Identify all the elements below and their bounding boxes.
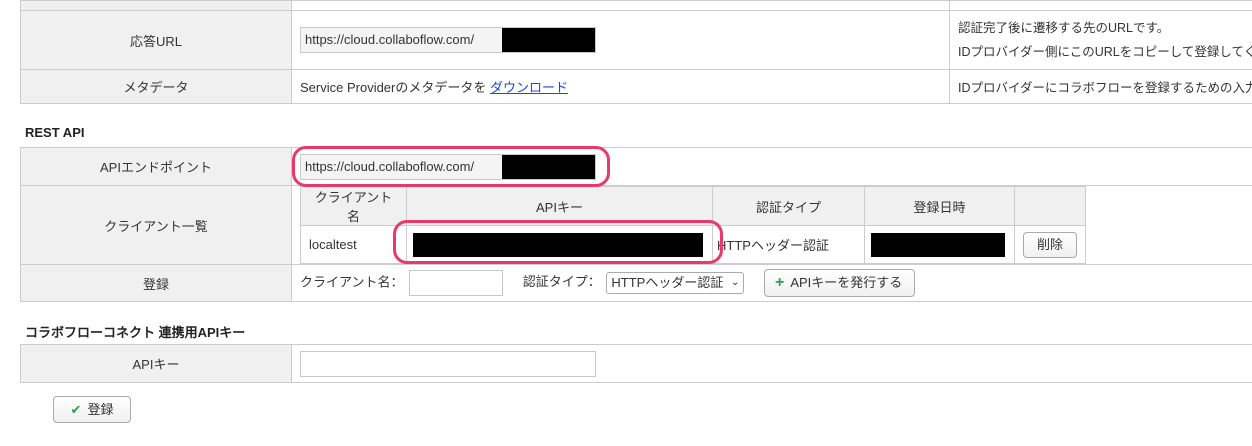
endpoint-highlight: [292, 146, 610, 187]
prev-row-desc: [949, 0, 1252, 11]
issue-api-key-button[interactable]: + APIキーを発行する: [764, 269, 916, 297]
api-endpoint-label: APIエンドポイント: [20, 147, 292, 186]
auth-type-cell: HTTPヘッダー認証: [712, 225, 865, 264]
register-cell: クライアント名： 認証タイプ： HTTPヘッダー認証 ⌄ + APIキーを発行する: [291, 264, 1252, 302]
register-label: 登録: [20, 264, 292, 302]
response-url-description: 認証完了後に遷移する先のURLです。 IDプロバイダー側にこのURLをコピーして…: [949, 10, 1252, 70]
auth-type-select-value: HTTPヘッダー認証: [611, 275, 724, 290]
metadata-label: メタデータ: [20, 69, 292, 104]
client-list-label: クライアント一覧: [20, 185, 292, 265]
prev-row-label: [20, 0, 292, 11]
registered-at-cell: [864, 225, 1015, 264]
connect-api-key-cell: [291, 344, 1252, 383]
delete-button[interactable]: 削除: [1023, 231, 1077, 258]
plus-icon: +: [775, 274, 785, 291]
response-url-text: https://cloud.collaboflow.com/: [305, 32, 475, 47]
column-header-actions: [1014, 186, 1086, 226]
redacted-block: [502, 28, 595, 52]
metadata-text: Service Providerのメタデータを: [300, 80, 487, 95]
connect-api-key-input[interactable]: [300, 350, 596, 377]
connect-table: APIキー: [20, 344, 1252, 383]
metadata-download-link[interactable]: ダウンロード: [490, 80, 568, 95]
client-name-label: クライアント名：: [300, 274, 404, 290]
redacted-block: [871, 232, 1005, 257]
response-url-desc-line2: IDプロバイダー側にこのURLをコピーして登録してください。: [958, 45, 1252, 59]
rest-api-section-title: REST API: [25, 125, 85, 140]
prev-row-value: [291, 0, 950, 11]
client-name-cell: localtest: [300, 225, 407, 264]
response-url-label: 応答URL: [20, 10, 292, 70]
actions-cell: 削除: [1014, 225, 1086, 264]
connect-api-key-label: APIキー: [20, 344, 292, 383]
column-header-auth-type: 認証タイプ: [712, 186, 865, 226]
auth-type-label: 認証タイプ：: [522, 274, 601, 290]
column-header-client-name: クライアント名: [300, 186, 407, 226]
client-name-input[interactable]: [409, 270, 504, 296]
check-icon: ✔: [70, 402, 82, 417]
chevron-down-icon: ⌄: [730, 277, 740, 288]
metadata-description: IDプロバイダーにコラボフローを登録するための入力値: [949, 69, 1252, 104]
register-button[interactable]: ✔ 登録: [53, 396, 131, 423]
api-key-highlight: [393, 220, 723, 264]
metadata-cell: Service Providerのメタデータを ダウンロード: [291, 69, 950, 104]
response-url-desc-line1: 認証完了後に遷移する先のURLです。: [958, 21, 1170, 35]
saml-settings-table: 応答URL https://cloud.collaboflow.com/ 認証完…: [20, 0, 1252, 104]
auth-type-select[interactable]: HTTPヘッダー認証 ⌄: [606, 272, 745, 294]
column-header-registered-at: 登録日時: [864, 186, 1015, 226]
issue-api-key-label: APIキーを発行する: [790, 275, 903, 290]
response-url-field[interactable]: https://cloud.collaboflow.com/: [300, 27, 596, 53]
connect-section-title: コラボフローコネクト 連携用APIキー: [25, 325, 246, 340]
register-button-label: 登録: [87, 402, 114, 417]
response-url-cell: https://cloud.collaboflow.com/: [291, 10, 950, 70]
